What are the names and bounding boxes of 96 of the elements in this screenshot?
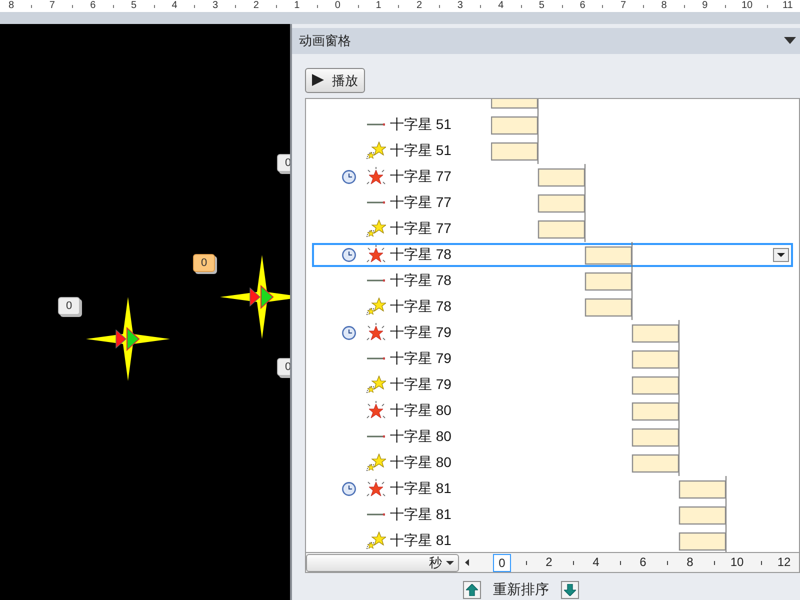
ruler-number: 11	[782, 0, 793, 12]
line-icon	[367, 123, 385, 126]
line-icon	[367, 513, 385, 516]
time-tick-label: 6	[638, 554, 648, 570]
reorder-label: 重新排序	[493, 580, 549, 599]
stars-icon	[366, 374, 386, 395]
play-button[interactable]: 播放	[305, 68, 365, 93]
stars-icon	[366, 452, 386, 473]
ruler-number: 6	[580, 0, 586, 12]
timing-bar[interactable]	[632, 376, 680, 394]
stars-icon	[366, 140, 386, 161]
ruler-number: 2	[416, 0, 422, 12]
move-up-button[interactable]	[463, 580, 481, 598]
time-tick-label: 12	[776, 554, 792, 570]
ruler-number: 4	[498, 0, 504, 12]
scroll-left-icon[interactable]	[465, 559, 469, 566]
effect-label[interactable]: 十字星 80	[390, 400, 452, 422]
caret-icon	[777, 252, 785, 257]
timing-bar[interactable]	[538, 220, 586, 238]
effect-label[interactable]: 十字星 80	[390, 452, 452, 474]
ruler-number: 1	[376, 0, 382, 12]
ruler-number: 8	[661, 0, 667, 12]
effect-label[interactable]: 十字星 79	[390, 348, 452, 370]
ruler-number: 5	[130, 0, 136, 12]
ruler-number: 4	[172, 0, 178, 12]
timing-bar[interactable]	[632, 428, 680, 446]
time-tick-label: 2	[544, 554, 554, 570]
timing-bar[interactable]	[678, 532, 726, 550]
starburst-icon	[366, 244, 386, 265]
effect-label[interactable]: 十字星 80	[390, 426, 452, 448]
effect-label[interactable]: 十字星 77	[390, 218, 452, 240]
stars-icon	[366, 530, 386, 551]
timing-bar[interactable]	[678, 506, 726, 524]
up-arrow-icon	[466, 584, 478, 596]
timing-bar[interactable]	[538, 194, 586, 212]
line-icon	[367, 357, 385, 360]
timing-bar[interactable]	[632, 402, 680, 420]
timing-bar[interactable]	[632, 324, 680, 342]
stars-icon	[366, 296, 386, 317]
timing-bar[interactable]	[584, 272, 632, 290]
line-icon	[367, 201, 385, 204]
effect-label[interactable]: 十字星 81	[390, 504, 452, 526]
timing-bar[interactable]	[538, 168, 586, 186]
ruler-number: 1	[294, 0, 300, 12]
ruler-number: 2	[253, 0, 259, 12]
ruler-number: 7	[620, 0, 626, 12]
time-tick-label: 4	[592, 554, 600, 570]
dropdown-button[interactable]	[773, 248, 789, 262]
dropdown-icon[interactable]	[784, 37, 796, 44]
ruler-number: 6	[90, 0, 96, 12]
ruler-number: 5	[538, 0, 544, 12]
ruler-number: 0	[334, 0, 340, 12]
timing-bar[interactable]	[491, 98, 538, 108]
effect-label[interactable]: 十字星 77	[390, 166, 452, 188]
move-down-button[interactable]	[561, 580, 579, 598]
number-tag[interactable]: 0	[58, 297, 80, 315]
time-tick-label: 10	[729, 554, 745, 570]
effect-label[interactable]: 十字星 51	[390, 114, 452, 136]
timing-bar[interactable]	[632, 350, 680, 368]
effect-label[interactable]: 十字星 81	[390, 530, 452, 552]
effect-label[interactable]: 十字星 79	[390, 322, 452, 344]
effect-label[interactable]: 十字星 78	[390, 270, 452, 292]
timing-bar[interactable]	[491, 142, 538, 160]
timing-bar[interactable]	[584, 246, 632, 264]
timing-bar[interactable]	[678, 480, 726, 498]
line-icon	[367, 435, 385, 438]
stars-icon	[366, 218, 386, 239]
play-icon	[312, 74, 324, 86]
ruler-number: 9	[702, 0, 708, 12]
time-tick-label: 8	[686, 554, 694, 570]
effect-label[interactable]: 十字星 51	[390, 140, 452, 162]
number-tag[interactable]: 0	[193, 254, 215, 272]
down-arrow-icon	[564, 584, 576, 596]
timing-bar[interactable]	[632, 454, 680, 472]
ruler-number: 10	[742, 0, 753, 12]
pane-title: 动画窗格	[299, 32, 351, 50]
effect-label[interactable]: 十字星 79	[390, 374, 452, 396]
caret-icon	[446, 560, 454, 565]
starburst-icon	[366, 478, 386, 499]
effect-label[interactable]: 十字星 78	[390, 296, 452, 318]
ruler-number: 3	[212, 0, 218, 12]
effect-label[interactable]: 十字星 78	[390, 244, 452, 266]
ruler-number: 8	[8, 0, 14, 12]
unit-dropdown[interactable]: 秒	[306, 554, 459, 572]
starburst-icon	[366, 166, 386, 187]
ruler-number: 3	[457, 0, 463, 12]
ruler-number: 7	[49, 0, 55, 12]
timing-bar[interactable]	[584, 298, 632, 316]
starburst-icon	[366, 400, 386, 421]
starburst-icon	[366, 322, 386, 343]
line-icon	[367, 279, 385, 282]
effect-label[interactable]: 十字星 77	[390, 192, 452, 214]
selected-row[interactable]	[312, 242, 793, 267]
effect-label[interactable]: 十字星 81	[390, 478, 452, 500]
timing-bar[interactable]	[491, 116, 538, 134]
time-tick-label: 0	[493, 554, 511, 572]
